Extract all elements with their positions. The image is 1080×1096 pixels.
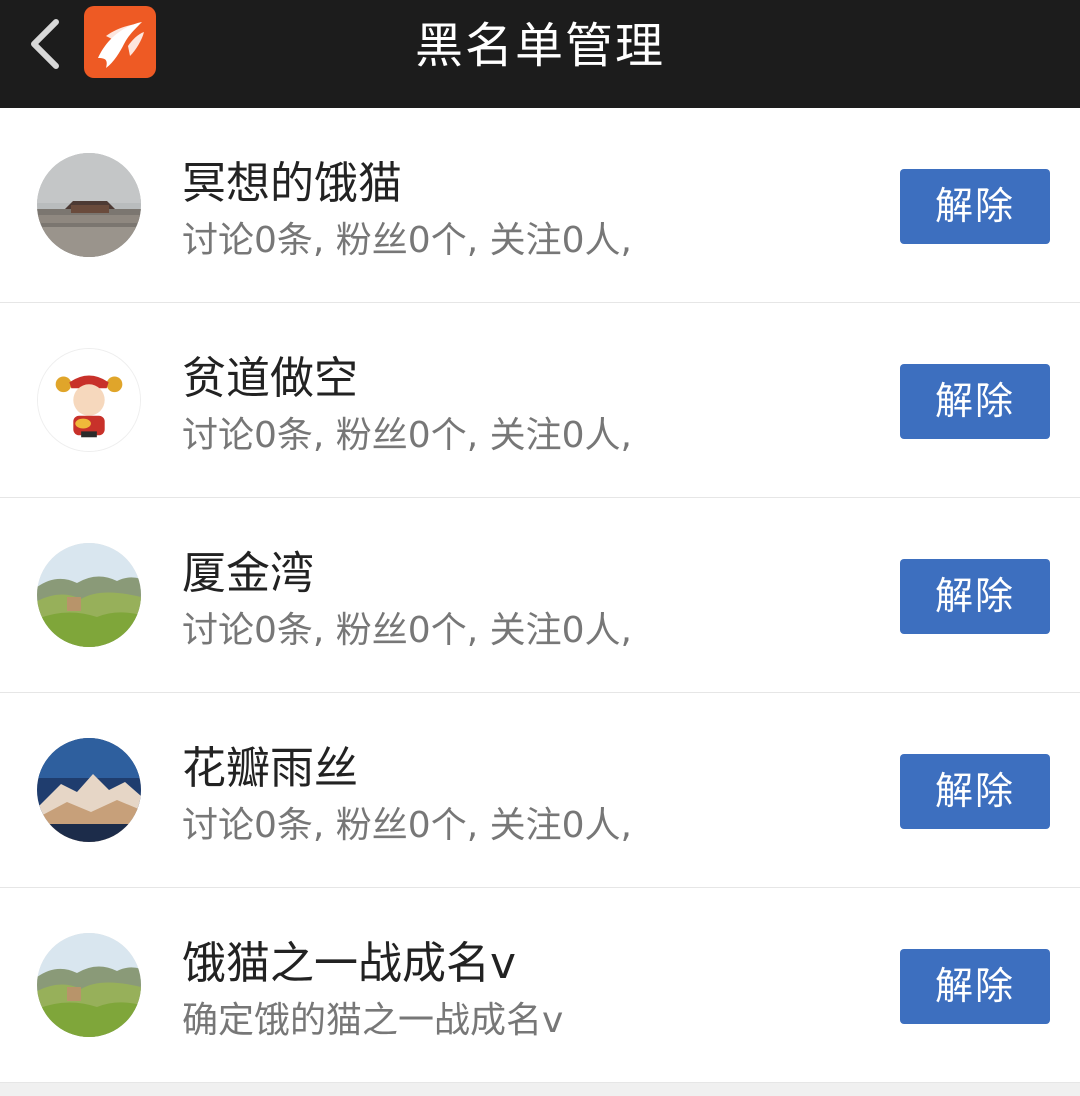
user-name: 花瓣雨丝 (182, 743, 358, 794)
remove-button[interactable]: 解除 (900, 169, 1050, 244)
remove-button[interactable]: 解除 (900, 364, 1050, 439)
fortune-god-avatar[interactable] (37, 348, 141, 452)
list-item: 冥想的饿猫 讨论0条, 粉丝0个, 关注0人, 解除 (0, 108, 1080, 303)
user-stats: 讨论0条, 粉丝0个, 关注0人, (182, 610, 632, 651)
top-bar: 黑名单管理 (0, 0, 1080, 108)
palace-avatar[interactable] (37, 153, 141, 257)
user-stats: 讨论0条, 粉丝0个, 关注0人, (182, 415, 632, 456)
page-title: 黑名单管理 (414, 18, 665, 74)
blacklist: 冥想的饿猫 讨论0条, 粉丝0个, 关注0人, 解除 贫道做空 讨论0条, 粉丝… (0, 108, 1080, 1083)
user-stats: 确定饿的猫之一战成名v (182, 1000, 564, 1041)
list-item: 厦金湾 讨论0条, 粉丝0个, 关注0人, 解除 (0, 498, 1080, 693)
mountain-avatar[interactable] (37, 738, 141, 842)
list-item: 饿猫之一战成名v 确定饿的猫之一战成名v 解除 (0, 888, 1080, 1083)
hills-avatar[interactable] (37, 933, 141, 1037)
remove-button[interactable]: 解除 (900, 559, 1050, 634)
list-item: 贫道做空 讨论0条, 粉丝0个, 关注0人, 解除 (0, 303, 1080, 498)
user-name: 厦金湾 (182, 548, 314, 599)
user-name: 饿猫之一战成名v (182, 938, 517, 989)
user-stats: 讨论0条, 粉丝0个, 关注0人, (182, 220, 632, 261)
user-name: 贫道做空 (182, 353, 358, 404)
hills-avatar[interactable] (37, 543, 141, 647)
remove-button[interactable]: 解除 (900, 754, 1050, 829)
remove-button[interactable]: 解除 (900, 949, 1050, 1024)
user-name: 冥想的饿猫 (182, 158, 402, 209)
user-stats: 讨论0条, 粉丝0个, 关注0人, (182, 805, 632, 846)
list-item: 花瓣雨丝 讨论0条, 粉丝0个, 关注0人, 解除 (0, 693, 1080, 888)
